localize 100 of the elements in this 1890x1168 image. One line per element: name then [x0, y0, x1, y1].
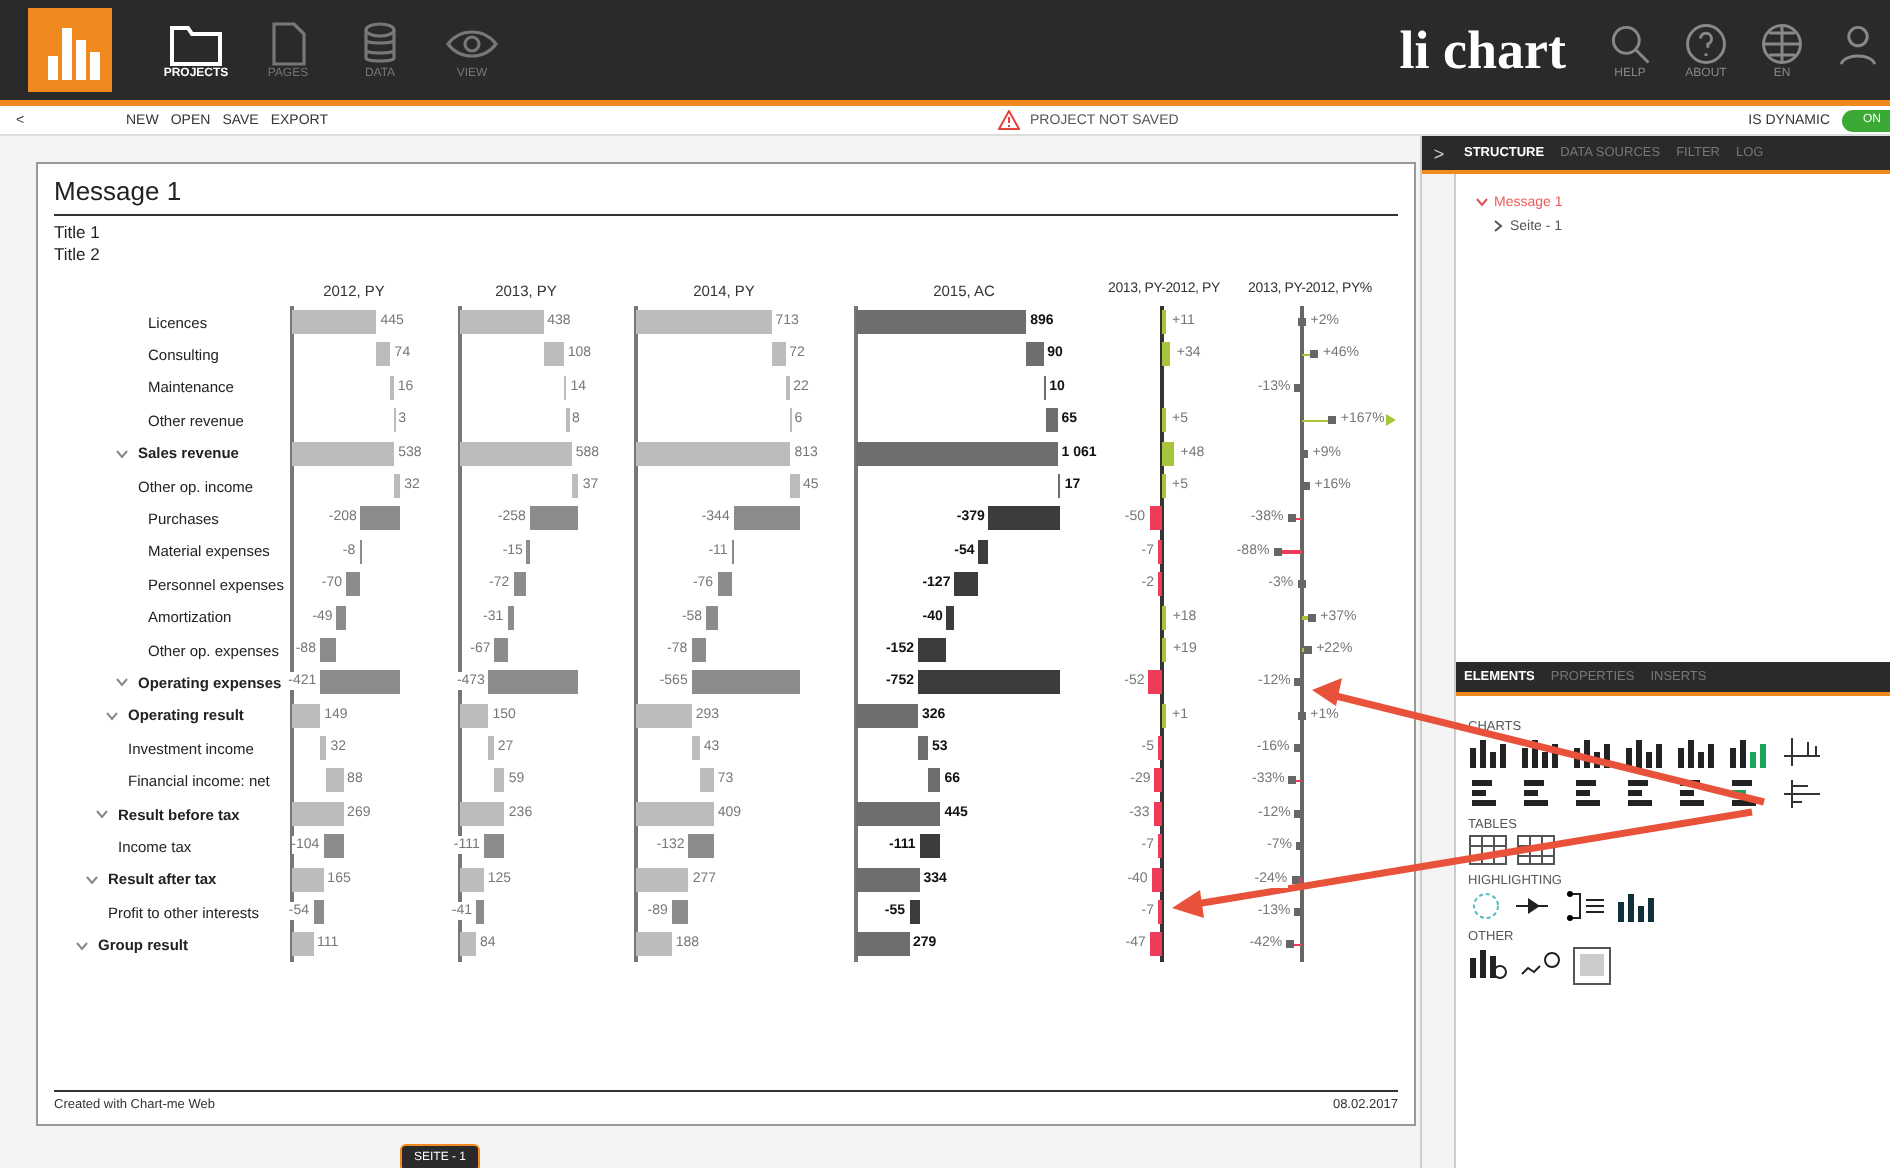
waterfall-bar — [488, 736, 494, 761]
column-chart-icon[interactable] — [1728, 736, 1772, 768]
overflow-arrow-icon — [1386, 414, 1396, 427]
waterfall-bar — [507, 605, 514, 630]
waterfall-bar — [917, 736, 928, 761]
waterfall-bar — [636, 867, 689, 892]
chevron-icon[interactable] — [106, 709, 118, 722]
chevron-icon[interactable] — [1492, 220, 1504, 232]
waterfall-bar — [345, 572, 360, 597]
search-icon — [1606, 20, 1654, 68]
waterfall-bar — [688, 834, 714, 859]
waterfall-bar — [988, 506, 1061, 531]
brand-name: li chart — [1399, 19, 1566, 81]
waterfall-bar — [917, 637, 947, 662]
column-chart-icon[interactable] — [1676, 736, 1720, 768]
warning-icon — [998, 110, 1020, 130]
pin-head — [1308, 613, 1317, 622]
waterfall-bar — [909, 900, 920, 925]
text-box-icon[interactable] — [1572, 946, 1612, 986]
waterfall-bar — [292, 867, 324, 892]
variance-bar — [1162, 441, 1175, 466]
waterfall-bar — [691, 736, 700, 761]
waterfall-bar — [978, 539, 989, 564]
waterfall-bar — [460, 310, 544, 334]
column-chart-icon[interactable] — [1616, 890, 1660, 922]
waterfall-bar — [483, 834, 505, 859]
pin-head — [1287, 514, 1296, 523]
chart-title: Title 2 — [54, 244, 102, 266]
pin-head — [1288, 776, 1297, 785]
waterfall-bar — [771, 342, 786, 367]
variance-bar — [1162, 637, 1167, 662]
waterfall-bar — [460, 441, 572, 466]
waterfall-bar — [326, 768, 344, 793]
waterfall-bar — [292, 310, 377, 334]
globe-icon — [1758, 20, 1806, 68]
waterfall-bar — [460, 932, 476, 957]
waterfall-bar — [360, 506, 401, 531]
waterfall-bar — [460, 867, 484, 892]
waterfall-bar — [336, 605, 346, 630]
waterfall-bar — [543, 342, 564, 367]
variance-bar — [1154, 768, 1162, 793]
waterfall-bar — [394, 473, 401, 498]
variance-bar — [1162, 605, 1167, 630]
chevron-icon[interactable] — [96, 808, 108, 821]
waterfall-bar — [376, 342, 391, 367]
waterfall-bar — [717, 572, 732, 597]
waterfall-bar — [460, 801, 505, 826]
waterfall-bar — [733, 506, 799, 531]
waterfall-bar — [785, 375, 790, 400]
variance-bar — [1149, 932, 1162, 957]
chart-title: Title 1 — [54, 222, 102, 244]
table-icon[interactable] — [1516, 834, 1556, 866]
waterfall-bar — [292, 801, 344, 826]
column-chart-icon[interactable] — [1520, 736, 1564, 768]
axis-chart-icon[interactable] — [1780, 778, 1824, 810]
chevron-icon[interactable] — [1476, 196, 1488, 208]
table-icon[interactable] — [1468, 834, 1508, 866]
waterfall-bar — [790, 473, 799, 498]
waterfall-bar — [691, 637, 707, 662]
waterfall-bar — [691, 670, 799, 695]
waterfall-bar — [319, 637, 337, 662]
waterfall-bar — [292, 703, 321, 728]
pin-head — [1310, 350, 1319, 359]
chevron-icon[interactable] — [76, 939, 88, 952]
waterfall-bar — [706, 605, 718, 630]
pin-head — [1286, 940, 1295, 949]
waterfall-bar — [323, 834, 344, 859]
logo-icon — [28, 8, 112, 92]
waterfall-bar — [494, 637, 508, 662]
pin-head — [1273, 547, 1282, 556]
axis-chart-icon[interactable] — [1780, 736, 1824, 768]
column-chart-icon[interactable] — [1572, 736, 1616, 768]
collapse-button[interactable]: > — [1422, 143, 1456, 163]
waterfall-bar — [571, 473, 579, 498]
waterfall-bar — [493, 768, 505, 793]
chart-icon[interactable] — [1468, 946, 1512, 982]
waterfall-bar — [928, 768, 941, 793]
chevron-icon[interactable] — [116, 447, 128, 460]
waterfall-bar — [313, 900, 324, 925]
waterfall-bar — [320, 736, 327, 761]
variance-bar — [1153, 801, 1162, 826]
waterfall-bar — [699, 768, 714, 793]
chevron-icon[interactable] — [86, 873, 98, 886]
waterfall-bar — [917, 670, 1061, 695]
variance-bar — [1149, 506, 1162, 531]
waterfall-bar — [1026, 342, 1044, 367]
waterfall-bar — [460, 703, 489, 728]
waterfall-bar — [954, 572, 979, 597]
message-title: Message 1 — [54, 176, 184, 206]
column-chart-icon[interactable] — [1624, 736, 1668, 768]
waterfall-bar — [1045, 408, 1058, 433]
column-chart-icon[interactable] — [1468, 736, 1512, 768]
variance-bar — [1151, 867, 1162, 892]
bracket-icon[interactable] — [1564, 890, 1608, 922]
folder-icon — [168, 20, 224, 68]
waterfall-bar — [671, 900, 689, 925]
help-icon — [1682, 20, 1730, 68]
waterfall-bar — [320, 670, 401, 695]
variance-bar — [1148, 670, 1162, 695]
chevron-icon[interactable] — [116, 676, 128, 689]
